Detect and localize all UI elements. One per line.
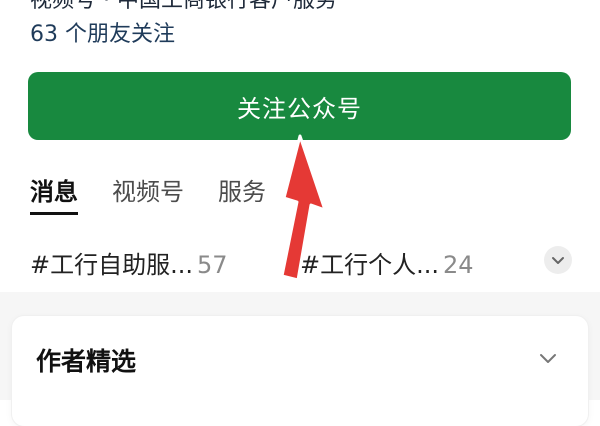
tab-channels[interactable]: 视频号	[112, 172, 184, 222]
topic-label: #工行自助服...	[30, 251, 193, 279]
tab-label: 视频号	[112, 178, 184, 206]
follow-official-account-button[interactable]: 关注公众号	[28, 72, 571, 140]
tab-label: 消息	[30, 178, 78, 206]
tab-label: 服务	[218, 178, 266, 206]
tab-bar: 消息 视频号 服务	[30, 172, 300, 222]
topic-count: 57	[197, 251, 228, 279]
follow-button-label: 关注公众号	[237, 94, 362, 123]
chevron-down-icon	[552, 257, 564, 264]
topic-tag[interactable]: #工行个人... 24	[300, 245, 474, 280]
chevron-down-icon	[540, 354, 556, 363]
topic-count: 24	[443, 251, 474, 279]
account-description: 视频号 · 中国工商银行客户服务	[30, 0, 590, 10]
author-picks-card[interactable]: 作者精选	[12, 316, 588, 426]
tab-messages[interactable]: 消息	[30, 172, 78, 222]
friends-following-text: 63 个朋友关注	[30, 22, 175, 47]
active-tab-indicator	[30, 212, 78, 215]
author-picks-expand-button[interactable]	[536, 346, 560, 370]
author-picks-title: 作者精选	[36, 347, 137, 376]
tab-services[interactable]: 服务	[218, 172, 266, 222]
topic-tag[interactable]: #工行自助服... 57	[30, 245, 228, 280]
topic-row: #工行自助服... 57 #工行个人... 24	[30, 245, 572, 280]
topic-label: #工行个人...	[300, 251, 439, 279]
topics-expand-button[interactable]	[544, 246, 572, 274]
